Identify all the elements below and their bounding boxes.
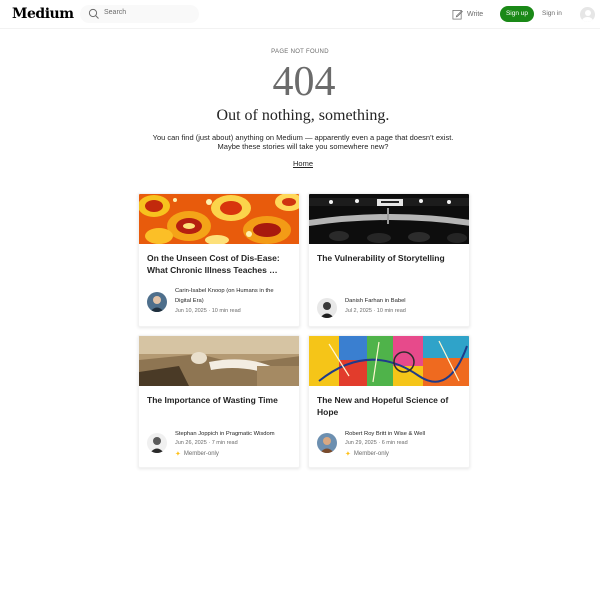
- author-line: Carin-Isabel Knoop (on Humans in the: [175, 288, 274, 294]
- author-line: Robert Roy Britt in Wise & Well: [345, 431, 426, 437]
- page-not-found-label: PAGE NOT FOUND: [271, 49, 329, 55]
- home-link-wrapper: Home: [0, 159, 600, 168]
- sign-in-link[interactable]: Sign in: [542, 10, 562, 17]
- author-avatar[interactable]: [147, 292, 167, 312]
- story-card[interactable]: On the Unseen Cost of Dis-Ease: What Chr…: [138, 193, 300, 327]
- write-button[interactable]: Write: [452, 8, 483, 20]
- story-image-sepia-relaxing[interactable]: [139, 336, 299, 386]
- author-avatar[interactable]: [317, 298, 337, 318]
- search-icon: [88, 8, 99, 19]
- write-label: Write: [467, 10, 484, 18]
- story-title[interactable]: The Vulnerability of Storytelling: [317, 253, 465, 265]
- story-image-colorful-abstract[interactable]: [309, 336, 469, 386]
- story-card[interactable]: The Importance of Wasting Time Stephan J…: [138, 335, 300, 468]
- story-title[interactable]: On the Unseen Cost of Dis-Ease: What Chr…: [147, 253, 295, 276]
- story-image-dark-stage[interactable]: [309, 194, 469, 244]
- story-image-orange-pattern[interactable]: [139, 194, 299, 244]
- story-title[interactable]: The Importance of Wasting Time: [147, 395, 295, 407]
- author-line: Stephan Joppich in Pragmatic Wisdom: [175, 431, 275, 437]
- member-only-badge: ✦ Member-only: [175, 450, 219, 458]
- description-line: Maybe these stories will take you somewh…: [217, 142, 389, 151]
- story-author[interactable]: Stephan Joppich in Pragmatic Wisdom: [175, 430, 293, 440]
- story-author[interactable]: Robert Roy Britt in Wise & Well: [345, 430, 463, 440]
- error-code: 404: [272, 59, 336, 105]
- search-box[interactable]: Search: [80, 5, 199, 23]
- home-link[interactable]: Home: [293, 159, 313, 168]
- top-navbar: Medium Search Write Sign up Sign in: [0, 0, 600, 29]
- story-author[interactable]: Danish Farhan in Babel: [345, 297, 463, 307]
- star-icon: ✦: [345, 451, 351, 458]
- member-only-label: Member-only: [353, 451, 389, 457]
- description-line: You can find (just about) anything on Me…: [152, 133, 454, 142]
- story-meta: Jul 2, 2025 · 10 min read: [345, 308, 406, 314]
- star-icon: ✦: [175, 451, 181, 458]
- story-card[interactable]: The New and Hopeful Science of Hope Robe…: [308, 335, 470, 468]
- story-meta: Jun 26, 2025 · 7 min read: [175, 440, 238, 446]
- author-line: Danish Farhan in Babel: [345, 298, 406, 304]
- author-avatar[interactable]: [147, 433, 167, 453]
- search-input[interactable]: Search: [104, 9, 126, 16]
- story-meta: Jun 10, 2025 · 10 min read: [175, 308, 241, 314]
- story-author[interactable]: Carin-Isabel Knoop (on Humans in the Dig…: [175, 287, 293, 306]
- user-avatar-icon[interactable]: [580, 7, 595, 22]
- sign-up-button[interactable]: Sign up: [500, 6, 534, 22]
- medium-logo[interactable]: Medium: [12, 6, 74, 22]
- member-only-badge: ✦ Member-only: [345, 450, 389, 458]
- author-line: Digital Era): [175, 297, 204, 304]
- member-only-label: Member-only: [183, 451, 219, 457]
- page-title: Out of nothing, something.: [216, 107, 390, 124]
- author-avatar[interactable]: [317, 433, 337, 453]
- pen-icon: [452, 9, 463, 19]
- story-title[interactable]: The New and Hopeful Science of Hope: [317, 395, 465, 418]
- page-description: You can find (just about) anything on Me…: [0, 133, 600, 151]
- story-meta: Jun 29, 2025 · 6 min read: [345, 440, 408, 446]
- story-card[interactable]: The Vulnerability of Storytelling Danish…: [308, 193, 470, 327]
